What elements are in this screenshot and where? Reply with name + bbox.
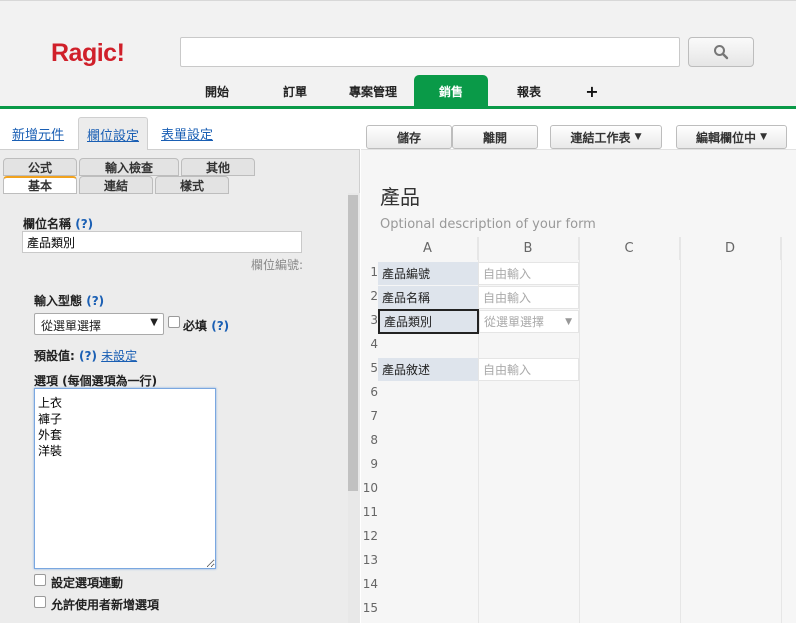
allow-new-option-label: 允許使用者新增選項 <box>51 598 160 612</box>
link-sheet-label: 連結工作表 <box>570 130 631 145</box>
field-name-help-link[interactable]: (?) <box>75 217 93 231</box>
field-label-cell[interactable]: 產品名稱 <box>378 286 478 309</box>
default-help-link[interactable]: (?) <box>79 349 97 363</box>
row-number: 9 <box>370 456 378 471</box>
row-number: 14 <box>362 576 378 591</box>
option-link-checkbox[interactable] <box>34 574 46 586</box>
input-type-label: 輸入型態 (?) <box>34 294 105 308</box>
row-number: 2 <box>370 288 378 303</box>
subtab-validation[interactable]: 輸入檢查 <box>79 158 179 176</box>
subtab-link[interactable]: 連結 <box>79 176 153 194</box>
row-number: 10 <box>362 480 378 495</box>
row-number: 3 <box>370 312 378 327</box>
row-number: 12 <box>362 528 378 543</box>
edit-field-button[interactable]: 編輯欄位中 ▼ <box>676 125 787 149</box>
row-number: 4 <box>370 336 378 351</box>
app-logo[interactable]: Ragic! <box>51 39 125 68</box>
form-editor: 儲存 離開 連結工作表 ▼ 編輯欄位中 ▼ 產品 Optional descri… <box>361 109 796 623</box>
field-input-cell[interactable]: 自由輸入 <box>478 358 579 381</box>
tab-field-settings[interactable]: 欄位設定 <box>78 117 149 150</box>
nav-tab-start[interactable]: 開始 <box>180 75 254 108</box>
option-link-label: 設定選項連動 <box>51 576 124 590</box>
field-input-cell[interactable]: 自由輸入 <box>478 286 579 309</box>
main-nav: 開始 訂單 專案管理 銷售 報表 + <box>180 75 614 108</box>
field-select-placeholder: 從選單選擇 <box>484 315 545 329</box>
row-number: 6 <box>370 384 378 399</box>
input-type-select[interactable]: 從選單選擇 ▼ <box>34 313 164 335</box>
caret-down-icon: ▼ <box>634 132 642 142</box>
row-number: 13 <box>362 552 378 567</box>
edit-field-label: 編輯欄位中 <box>695 130 756 145</box>
caret-down-icon: ▼ <box>565 316 572 327</box>
panel-scrollbar-thumb[interactable] <box>348 195 358 491</box>
grid-line <box>781 237 782 623</box>
form-description[interactable]: Optional description of your form <box>380 217 596 232</box>
column-header-a[interactable]: A <box>378 237 478 260</box>
sheet-area: 產品 Optional description of your form A B… <box>361 150 796 623</box>
input-type-box: 輸入型態 (?) 從選單選擇 ▼ 必填 (?) 預設值: (?) 未設定 選項 … <box>24 282 298 623</box>
search-icon <box>714 45 729 60</box>
nav-tab-sales[interactable]: 銷售 <box>414 75 488 108</box>
row-number: 1 <box>370 264 378 279</box>
subtab-other[interactable]: 其他 <box>181 158 255 176</box>
options-label: 選項 (每個選項為一行) <box>34 374 158 388</box>
required-checkbox[interactable] <box>168 316 180 328</box>
grid-line <box>680 237 681 623</box>
search-button[interactable] <box>688 37 754 67</box>
field-label-cell[interactable]: 產品編號 <box>378 262 478 285</box>
row-number: 11 <box>362 504 378 519</box>
caret-down-icon: ▼ <box>760 132 768 142</box>
subtab-basic[interactable]: 基本 <box>3 176 77 194</box>
nav-tab-orders[interactable]: 訂單 <box>258 75 332 108</box>
column-header-d[interactable]: D <box>680 237 781 260</box>
input-type-value: 從選單選擇 <box>41 319 102 333</box>
selected-field-label-cell[interactable]: 產品類別 <box>378 309 479 334</box>
input-type-help-link[interactable]: (?) <box>86 294 104 308</box>
column-header-c[interactable]: C <box>579 237 680 260</box>
allow-new-option-checkbox[interactable] <box>34 596 46 608</box>
default-value-label: 預設值: (?) 未設定 <box>34 349 138 363</box>
field-label-cell[interactable]: 產品敘述 <box>378 358 478 381</box>
row-number: 8 <box>370 432 378 447</box>
field-properties: 欄位名稱 (?) 欄位編號: 輸入型態 (?) 從選單選擇 ▼ 必填 (?) 預… <box>0 195 346 623</box>
search-input[interactable] <box>180 37 680 67</box>
design-panel-tabs: 新增元件 欄位設定 表單設定 <box>0 109 360 150</box>
row-number: 15 <box>362 600 378 615</box>
options-textarea[interactable]: 上衣 褲子 外套 洋裝 <box>34 388 216 569</box>
nav-tab-reports[interactable]: 報表 <box>492 75 566 108</box>
default-value-link[interactable]: 未設定 <box>101 349 137 363</box>
required-help-link[interactable]: (?) <box>211 319 229 333</box>
subtab-formula[interactable]: 公式 <box>3 158 77 176</box>
save-button[interactable]: 儲存 <box>366 125 452 149</box>
row-number: 5 <box>370 360 378 375</box>
app-root: Ragic! 開始 訂單 專案管理 銷售 報表 + 新增元件 欄位設定 表單設定… <box>0 0 796 623</box>
field-name-label: 欄位名稱 (?) <box>23 217 94 231</box>
design-panel: 新增元件 欄位設定 表單設定 公式 輸入檢查 其他 基本 連結 樣式 欄位名稱 … <box>0 109 360 623</box>
caret-down-icon: ▼ <box>150 317 158 328</box>
column-header-b[interactable]: B <box>478 237 579 260</box>
field-number-label: 欄位編號: <box>251 258 304 272</box>
field-input-cell[interactable]: 自由輸入 <box>478 262 579 285</box>
row-number: 7 <box>370 408 378 423</box>
field-name-input[interactable] <box>22 231 302 253</box>
tab-new-element[interactable]: 新增元件 <box>12 117 64 150</box>
add-tab-button[interactable]: + <box>570 75 614 108</box>
form-title[interactable]: 產品 <box>380 181 420 210</box>
leave-button[interactable]: 離開 <box>452 125 538 149</box>
top-bar: Ragic! 開始 訂單 專案管理 銷售 報表 + <box>0 0 796 108</box>
tab-form-settings[interactable]: 表單設定 <box>161 117 213 150</box>
nav-tab-projects[interactable]: 專案管理 <box>336 75 410 108</box>
subtab-style[interactable]: 樣式 <box>155 176 229 194</box>
field-select-cell[interactable]: 從選單選擇 ▼ <box>479 310 579 333</box>
required-label: 必填 (?) <box>183 319 230 333</box>
link-sheet-button[interactable]: 連結工作表 ▼ <box>550 125 662 149</box>
editor-toolbar: 儲存 離開 連結工作表 ▼ 編輯欄位中 ▼ <box>361 109 796 150</box>
grid-line <box>579 237 580 623</box>
